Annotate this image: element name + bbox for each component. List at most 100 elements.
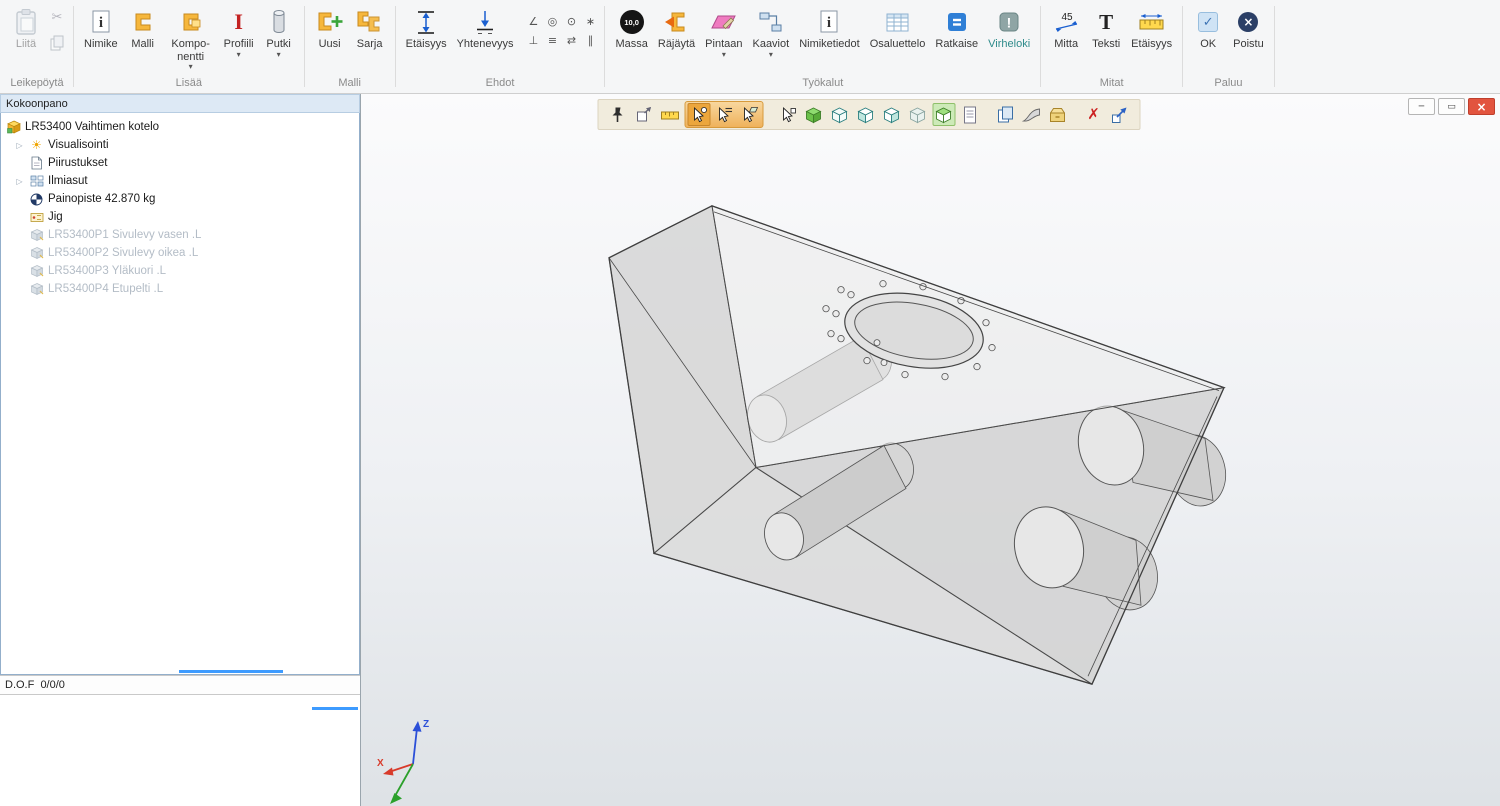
measure-icon[interactable]: [658, 103, 681, 126]
select-cursor-icon[interactable]: [776, 103, 799, 126]
delete-icon[interactable]: ✗: [1082, 103, 1105, 126]
tree-item-part1[interactable]: LR53400P1 Sivulevy vasen .L: [1, 226, 359, 244]
left-face-cube-icon[interactable]: [854, 103, 877, 126]
pin-icon[interactable]: [606, 103, 629, 126]
ok-button[interactable]: ✓ OK: [1188, 4, 1228, 53]
surface-paint-icon: [710, 6, 737, 38]
teksti-button[interactable]: T Teksti: [1086, 4, 1126, 53]
delete-glyph: ✗: [1087, 107, 1100, 122]
export-arrow-icon[interactable]: [1108, 103, 1131, 126]
group-divider: [1274, 6, 1275, 87]
shaded-cube-icon[interactable]: [802, 103, 825, 126]
tree-item-visualisointi[interactable]: ▷ ☀ Visualisointi: [1, 136, 359, 154]
yhtenevyys-button[interactable]: Yhtenevyys: [452, 4, 519, 53]
main-area: Kokoonpano LR53400 Vaihtimen kotelo: [0, 94, 1500, 806]
model-buttons: Uusi Sarja: [306, 0, 394, 77]
exclamation-glyph: !: [1007, 15, 1012, 31]
select-edge-cursor-icon[interactable]: [712, 103, 735, 126]
ghost-cube-icon[interactable]: [906, 103, 929, 126]
cut-icon[interactable]: ✂: [48, 8, 66, 26]
putki-button[interactable]: Putki ▾: [259, 4, 299, 61]
concentric-constraint-icon[interactable]: ◎: [543, 12, 561, 30]
etaisyys-measure-button[interactable]: Etäisyys: [1126, 4, 1177, 53]
panel-title: Kokoonpano: [0, 94, 360, 113]
assembly-tree[interactable]: LR53400 Vaihtimen kotelo ▷ ☀ Visualisoin…: [0, 113, 360, 675]
tree-item-root[interactable]: LR53400 Vaihtimen kotelo: [1, 118, 359, 136]
nimiketiedot-label: Nimiketiedot: [799, 38, 860, 51]
komponentti-button[interactable]: Kompo-nentti ▾: [163, 4, 219, 73]
wireframe-cube-icon[interactable]: [828, 103, 851, 126]
group-label-return: Paluu: [1184, 77, 1273, 93]
massa-button[interactable]: 10,0 Massa: [610, 4, 652, 53]
nimike-button[interactable]: i Nimike: [79, 4, 123, 53]
tree-item-painopiste[interactable]: Painopiste 42.870 kg: [1, 190, 359, 208]
pintaan-button[interactable]: Pintaan ▾: [700, 4, 747, 61]
horizontal-scrollbar-thumb[interactable]: [312, 707, 358, 710]
perpendicular-constraint-icon[interactable]: ⊥: [524, 31, 542, 49]
expander-icon[interactable]: ▷: [14, 141, 25, 150]
close-button[interactable]: ×: [1468, 98, 1495, 115]
paste-button[interactable]: Liitä: [6, 4, 46, 53]
komponentti-dropdown-icon[interactable]: ▾: [189, 63, 193, 71]
parallel-constraint-icon[interactable]: ∥: [581, 31, 599, 49]
explode-icon: [663, 6, 690, 38]
etaisyys-constraint-button[interactable]: Etäisyys: [401, 4, 452, 53]
tree-item-jig[interactable]: Jig: [1, 208, 359, 226]
rajayta-button[interactable]: Räjäytä: [653, 4, 700, 53]
tree-item-piirustukset[interactable]: Piirustukset: [1, 154, 359, 172]
z-axis-label: Z: [423, 719, 429, 730]
application-window: Liitä ✂ Leikepöytä: [0, 0, 1500, 806]
poistu-button[interactable]: × Poistu: [1228, 4, 1269, 53]
highlight-cube-icon[interactable]: [932, 103, 955, 126]
right-face-cube-icon[interactable]: [880, 103, 903, 126]
archive-drawer-icon[interactable]: [1046, 103, 1069, 126]
select-point-cursor-icon[interactable]: [687, 103, 710, 126]
swap-constraint-icon[interactable]: ⇄: [562, 31, 580, 49]
sun-icon: ☀: [29, 138, 44, 153]
sarja-button[interactable]: Sarja: [350, 4, 390, 53]
ratkaise-button[interactable]: Ratkaise: [930, 4, 983, 53]
clipboard-minibuttons: ✂: [46, 4, 68, 56]
minimize-button[interactable]: ─: [1408, 98, 1435, 115]
knurl-constraint-icon[interactable]: ∗: [581, 12, 599, 30]
profiili-dropdown-icon[interactable]: ▾: [237, 51, 241, 59]
selection-mode-group: [684, 101, 763, 128]
virheloki-button[interactable]: ! Virheloki: [983, 4, 1035, 53]
copy-view-icon[interactable]: [994, 103, 1017, 126]
osaluettelo-button[interactable]: Osaluettelo: [865, 4, 931, 53]
new-model-icon: [316, 6, 343, 38]
tree-item-part2[interactable]: LR53400P2 Sivulevy oikea .L: [1, 244, 359, 262]
expander-icon[interactable]: ▷: [14, 177, 25, 186]
tangent-constraint-icon[interactable]: ⊙: [562, 12, 580, 30]
mitta-button[interactable]: 45 Mitta: [1046, 4, 1086, 53]
massa-label: Massa: [615, 38, 647, 51]
profiili-button[interactable]: I Profiili ▾: [219, 4, 259, 61]
pipe-icon: [271, 6, 287, 38]
uusi-button[interactable]: Uusi: [310, 4, 350, 53]
putki-dropdown-icon[interactable]: ▾: [277, 51, 281, 59]
model-3d[interactable]: [361, 94, 1500, 806]
tree-label: Jig: [48, 211, 63, 223]
orbit-icon[interactable]: [632, 103, 655, 126]
yhtenevyys-label: Yhtenevyys: [457, 38, 514, 51]
pintaan-dropdown-icon[interactable]: ▾: [722, 51, 726, 59]
putki-label: Putki: [266, 38, 290, 51]
kaaviot-button[interactable]: Kaaviot ▾: [747, 4, 794, 61]
viewport-3d[interactable]: ✗ ─ ▭ ×: [361, 94, 1500, 806]
notes-icon[interactable]: [958, 103, 981, 126]
restore-button[interactable]: ▭: [1438, 98, 1465, 115]
malli-button[interactable]: Malli: [123, 4, 163, 53]
virheloki-label: Virheloki: [988, 38, 1030, 51]
tree-item-part4[interactable]: LR53400P4 Etupelti .L: [1, 280, 359, 298]
nimiketiedot-button[interactable]: i Nimiketiedot: [794, 4, 865, 53]
horizontal-scrollbar-thumb[interactable]: [179, 670, 283, 673]
copy-icon[interactable]: [48, 34, 66, 52]
select-face-cursor-icon[interactable]: [737, 103, 760, 126]
angle-constraint-icon[interactable]: ∠: [524, 12, 542, 30]
surface-icon[interactable]: [1020, 103, 1043, 126]
ribbon-group-dimensions: 45 Mitta T Teksti: [1042, 0, 1181, 93]
tree-item-part3[interactable]: LR53400P3 Yläkuori .L: [1, 262, 359, 280]
parallel-lines-constraint-icon[interactable]: ≡: [543, 31, 561, 49]
kaaviot-dropdown-icon[interactable]: ▾: [769, 51, 773, 59]
tree-item-ilmiasut[interactable]: ▷ Ilmiasut: [1, 172, 359, 190]
